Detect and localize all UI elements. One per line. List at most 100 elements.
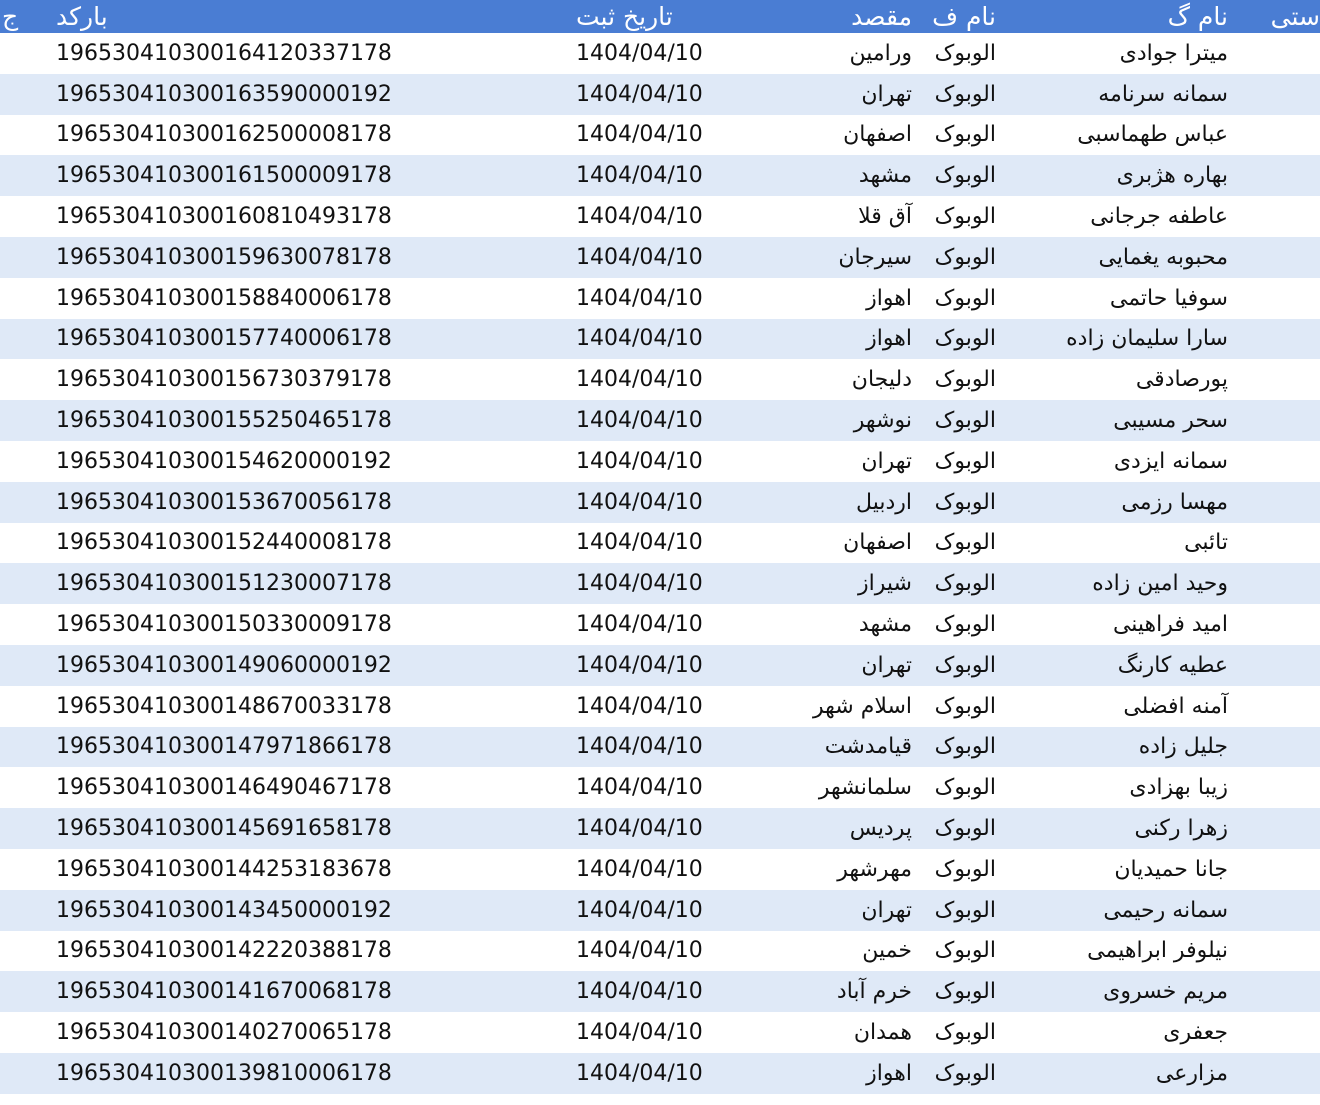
destination-cell[interactable]: پردیس [776, 808, 916, 849]
destination-cell[interactable]: اردبیل [776, 482, 916, 523]
last-name-cell[interactable]: زیبا بهزادی [1030, 767, 1258, 808]
last-name-cell[interactable]: جلیل زاده [1030, 727, 1258, 768]
barcode-cell[interactable]: 196530410300142220388178 [56, 931, 436, 972]
destination-cell[interactable]: خرم آباد [776, 971, 916, 1012]
barcode-cell[interactable]: 196530410300146490467178 [56, 767, 436, 808]
destination-cell[interactable]: اسلام شهر [776, 686, 916, 727]
last-name-cell[interactable]: جعفری [1030, 1012, 1258, 1053]
date-cell[interactable]: 1404/04/10 [576, 727, 766, 768]
last-name-cell[interactable]: عاطفه جرجانی [1030, 196, 1258, 237]
barcode-cell[interactable]: 196530410300143450000192 [56, 890, 436, 931]
first-name-cell[interactable]: الوبوک [920, 971, 1026, 1012]
destination-cell[interactable]: سلمانشهر [776, 767, 916, 808]
first-name-cell[interactable]: الوبوک [920, 237, 1026, 278]
barcode-cell[interactable]: 196530410300163590000192 [56, 74, 436, 115]
first-name-cell[interactable]: الوبوک [920, 441, 1026, 482]
last-name-cell[interactable]: سمانه سرنامه [1030, 74, 1258, 115]
barcode-cell[interactable]: 196530410300162500008178 [56, 115, 436, 156]
date-cell[interactable]: 1404/04/10 [576, 33, 766, 74]
barcode-cell[interactable]: 196530410300141670068178 [56, 971, 436, 1012]
barcode-cell[interactable]: 196530410300139810006178 [56, 1053, 436, 1094]
barcode-cell[interactable]: 196530410300164120337178 [56, 33, 436, 74]
date-cell[interactable]: 1404/04/10 [576, 523, 766, 564]
table-row[interactable]: 196530410300149060000192 1404/04/10 تهران ا… [0, 645, 1320, 686]
barcode-cell[interactable]: 196530410300157740006178 [56, 319, 436, 360]
table-row[interactable]: 196530410300142220388178 1404/04/10 خمین ال… [0, 931, 1320, 972]
header-destination[interactable]: مقصد [776, 0, 916, 33]
last-name-cell[interactable]: سوفیا حاتمی [1030, 278, 1258, 319]
barcode-cell[interactable]: 196530410300145691658178 [56, 808, 436, 849]
header-first-name[interactable]: نام ف [920, 0, 1026, 33]
table-row[interactable]: 196530410300147971866178 1404/04/10 قیامدش… [0, 726, 1320, 768]
table-row[interactable]: 196530410300146490467178 1404/04/10 سلمانش… [0, 767, 1320, 808]
barcode-cell[interactable]: 196530410300160810493178 [56, 196, 436, 237]
first-name-cell[interactable]: الوبوک [920, 563, 1026, 604]
date-cell[interactable]: 1404/04/10 [576, 849, 766, 890]
table-row[interactable]: 196530410300148670033178 1404/04/10 اسلام … [0, 686, 1320, 727]
last-name-cell[interactable]: پورصادقی [1030, 359, 1258, 400]
barcode-cell[interactable]: 196530410300158840006178 [56, 278, 436, 319]
barcode-cell[interactable]: 196530410300149060000192 [56, 645, 436, 686]
last-name-cell[interactable]: عباس طهماسبی [1030, 115, 1258, 156]
barcode-cell[interactable]: 196530410300155250465178 [56, 400, 436, 441]
table-row[interactable]: 196530410300144253183678 1404/04/10 مهرشهر… [0, 849, 1320, 890]
table-row[interactable]: 196530410300161500009178 1404/04/10 مشهد ال… [0, 155, 1320, 197]
destination-cell[interactable]: اهواز [776, 319, 916, 360]
date-cell[interactable]: 1404/04/10 [576, 400, 766, 441]
first-name-cell[interactable]: الوبوک [920, 604, 1026, 645]
first-name-cell[interactable]: الوبوک [920, 400, 1026, 441]
table-row[interactable]: 196530410300157740006178 1404/04/10 اهواز ا… [0, 318, 1320, 360]
table-row[interactable]: 196530410300159630078178 1404/04/10 سیرجان… [0, 237, 1320, 278]
table-row[interactable]: 196530410300164120337178 1404/04/10 ورامین… [0, 33, 1320, 74]
destination-cell[interactable]: خمین [776, 931, 916, 972]
first-name-cell[interactable]: الوبوک [920, 645, 1026, 686]
last-name-cell[interactable]: امید فراهینی [1030, 604, 1258, 645]
date-cell[interactable]: 1404/04/10 [576, 441, 766, 482]
date-cell[interactable]: 1404/04/10 [576, 115, 766, 156]
first-name-cell[interactable]: الوبوک [920, 523, 1026, 564]
table-row[interactable]: 196530410300139810006178 1404/04/10 اهواز ا… [0, 1053, 1320, 1094]
last-name-cell[interactable]: جانا حمیدیان [1030, 849, 1258, 890]
first-name-cell[interactable]: الوبوک [920, 33, 1026, 74]
table-row[interactable]: 196530410300158840006178 1404/04/10 اهواز ا… [0, 278, 1320, 319]
last-name-cell[interactable]: سمانه رحیمی [1030, 890, 1258, 931]
barcode-cell[interactable]: 196530410300140270065178 [56, 1012, 436, 1053]
last-name-cell[interactable]: آمنه افضلی [1030, 686, 1258, 727]
table-row[interactable]: 196530410300140270065178 1404/04/10 همدان ا… [0, 1012, 1320, 1053]
table-row[interactable]: 196530410300145691658178 1404/04/10 پردیس ا… [0, 808, 1320, 849]
first-name-cell[interactable]: الوبوک [920, 482, 1026, 523]
date-cell[interactable]: 1404/04/10 [576, 767, 766, 808]
first-name-cell[interactable]: الوبوک [920, 1012, 1026, 1053]
last-name-cell[interactable]: محبوبه یغمایی [1030, 237, 1258, 278]
date-cell[interactable]: 1404/04/10 [576, 319, 766, 360]
date-cell[interactable]: 1404/04/10 [576, 686, 766, 727]
date-cell[interactable]: 1404/04/10 [576, 482, 766, 523]
first-name-cell[interactable]: الوبوک [920, 849, 1026, 890]
barcode-cell[interactable]: 196530410300147971866178 [56, 727, 436, 768]
last-name-cell[interactable]: سارا سلیمان زاده [1030, 319, 1258, 360]
table-row[interactable]: 196530410300154620000192 1404/04/10 تهران ا… [0, 441, 1320, 482]
table-row[interactable]: 196530410300151230007178 1404/04/10 شیراز ا… [0, 563, 1320, 605]
barcode-cell[interactable]: 196530410300153670056178 [56, 482, 436, 523]
barcode-cell[interactable]: 196530410300154620000192 [56, 441, 436, 482]
last-name-cell[interactable]: وحید امین زاده [1030, 563, 1258, 604]
last-name-cell[interactable]: مزارعی [1030, 1053, 1258, 1094]
first-name-cell[interactable]: الوبوک [920, 155, 1026, 196]
header-barcode[interactable]: بارکد [56, 0, 112, 33]
table-row[interactable]: 196530410300150330009178 1404/04/10 مشهد ال… [0, 604, 1320, 645]
last-name-cell[interactable]: بهاره هژبری [1030, 155, 1258, 196]
header-postal[interactable]: ستی [1262, 0, 1320, 33]
first-name-cell[interactable]: الوبوک [920, 115, 1026, 156]
first-name-cell[interactable]: الوبوک [920, 319, 1026, 360]
destination-cell[interactable]: تهران [776, 441, 916, 482]
table-row[interactable]: 196530410300153670056178 1404/04/10 اردبیل… [0, 481, 1320, 523]
destination-cell[interactable]: اهواز [776, 278, 916, 319]
first-name-cell[interactable]: الوبوک [920, 686, 1026, 727]
last-name-cell[interactable]: تائبی [1030, 523, 1258, 564]
first-name-cell[interactable]: الوبوک [920, 767, 1026, 808]
destination-cell[interactable]: نوشهر [776, 400, 916, 441]
destination-cell[interactable]: آق قلا [776, 196, 916, 237]
destination-cell[interactable]: قیامدشت [776, 727, 916, 768]
first-name-cell[interactable]: الوبوک [920, 890, 1026, 931]
destination-cell[interactable]: تهران [776, 74, 916, 115]
